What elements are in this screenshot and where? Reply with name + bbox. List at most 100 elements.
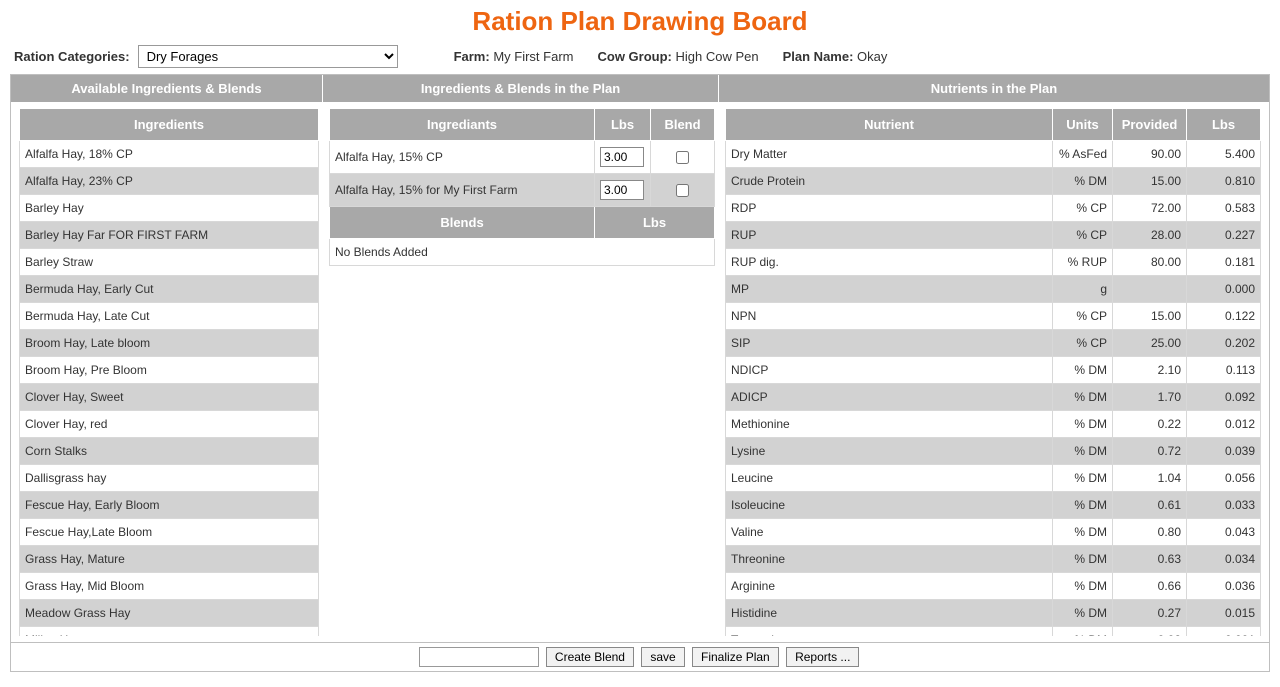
available-cell: Dallisgrass hay	[20, 465, 319, 492]
blend-checkbox[interactable]	[676, 151, 689, 164]
available-cell: Millet, Hay	[20, 627, 319, 637]
blend-checkbox[interactable]	[676, 184, 689, 197]
nutrients-scroll[interactable]: Nutrient Units Provided Lbs Dry Matter% …	[725, 108, 1261, 636]
plan-ing-name: Alfalfa Hay, 15% CP	[330, 141, 595, 174]
available-row[interactable]: Fescue Hay, Early Bloom	[20, 492, 319, 519]
nutrient-lbs: 0.092	[1187, 384, 1261, 411]
create-blend-button[interactable]: Create Blend	[546, 647, 634, 667]
plan-ing-row: Alfalfa Hay, 15% for My First Farm	[330, 174, 715, 207]
nutrient-name: Valine	[726, 519, 1053, 546]
available-row[interactable]: Barley Hay Far FOR FIRST FARM	[20, 222, 319, 249]
available-cell: Clover Hay, red	[20, 411, 319, 438]
available-row[interactable]: Meadow Grass Hay	[20, 600, 319, 627]
nutrient-provided: 0.02	[1113, 627, 1187, 637]
plan-ing-row: Alfalfa Hay, 15% CP	[330, 141, 715, 174]
plan-ing-name: Alfalfa Hay, 15% for My First Farm	[330, 174, 595, 207]
available-row[interactable]: Bermuda Hay, Late Cut	[20, 303, 319, 330]
nutrient-row: Arginine% DM0.660.036	[726, 573, 1261, 600]
available-cell: Alfalfa Hay, 18% CP	[20, 141, 319, 168]
nutrient-row: NDICP% DM2.100.113	[726, 357, 1261, 384]
lbs-input[interactable]	[600, 147, 644, 167]
nutrient-units: % DM	[1053, 627, 1113, 637]
available-cell: Barley Hay	[20, 195, 319, 222]
nutrient-provided: 72.00	[1113, 195, 1187, 222]
nutrient-units: % DM	[1053, 384, 1113, 411]
available-row[interactable]: Grass Hay, Mid Bloom	[20, 573, 319, 600]
cowgroup-meta: Cow Group: High Cow Pen	[597, 49, 758, 64]
nutrient-row: Dry Matter% AsFed90.005.400	[726, 141, 1261, 168]
nutrient-lbs: 0.122	[1187, 303, 1261, 330]
nutrient-row: NPN% CP15.000.122	[726, 303, 1261, 330]
available-row[interactable]: Fescue Hay,Late Bloom	[20, 519, 319, 546]
nutrient-row: Lysine% DM0.720.039	[726, 438, 1261, 465]
nutrient-units: % CP	[1053, 222, 1113, 249]
available-row[interactable]: Millet, Hay	[20, 627, 319, 637]
nutrient-row: Histidine% DM0.270.015	[726, 600, 1261, 627]
available-cell: Grass Hay, Mid Bloom	[20, 573, 319, 600]
bottom-bar: Create Blend save Finalize Plan Reports …	[10, 643, 1270, 672]
nutrient-name: Histidine	[726, 600, 1053, 627]
panel-header-available: Available Ingredients & Blends	[11, 75, 323, 102]
nutrient-row: Leucine% DM1.040.056	[726, 465, 1261, 492]
reports-button[interactable]: Reports ...	[786, 647, 859, 667]
farm-meta: Farm: My First Farm	[454, 49, 574, 64]
nut-th-lbs: Lbs	[1187, 109, 1261, 141]
available-row[interactable]: Broom Hay, Pre Bloom	[20, 357, 319, 384]
available-cell: Grass Hay, Mature	[20, 546, 319, 573]
nutrient-units: % DM	[1053, 465, 1113, 492]
nutrient-row: Tryptophan% DM0.020.001	[726, 627, 1261, 637]
available-cell: Bermuda Hay, Late Cut	[20, 303, 319, 330]
nutrient-lbs: 0.583	[1187, 195, 1261, 222]
available-cell: Fescue Hay,Late Bloom	[20, 519, 319, 546]
nutrient-units: % AsFed	[1053, 141, 1113, 168]
lbs-input[interactable]	[600, 180, 644, 200]
top-bar: Ration Categories: Dry Forages Farm: My …	[10, 45, 1270, 74]
nutrient-provided: 1.04	[1113, 465, 1187, 492]
categories-select[interactable]: Dry Forages	[138, 45, 398, 68]
nutrient-row: Valine% DM0.800.043	[726, 519, 1261, 546]
available-row[interactable]: Broom Hay, Late bloom	[20, 330, 319, 357]
available-row[interactable]: Dallisgrass hay	[20, 465, 319, 492]
available-row[interactable]: Grass Hay, Mature	[20, 546, 319, 573]
nutrient-provided: 2.10	[1113, 357, 1187, 384]
available-cell: Clover Hay, Sweet	[20, 384, 319, 411]
finalize-plan-button[interactable]: Finalize Plan	[692, 647, 779, 667]
nutrient-provided	[1113, 276, 1187, 303]
available-row[interactable]: Barley Hay	[20, 195, 319, 222]
nutrient-units: % CP	[1053, 303, 1113, 330]
nutrient-name: RUP dig.	[726, 249, 1053, 276]
available-row[interactable]: Alfalfa Hay, 18% CP	[20, 141, 319, 168]
nutrient-name: MP	[726, 276, 1053, 303]
nutrients-table: Nutrient Units Provided Lbs Dry Matter% …	[725, 108, 1261, 636]
nutrient-provided: 0.27	[1113, 600, 1187, 627]
available-row[interactable]: Barley Straw	[20, 249, 319, 276]
plan-ing-blend-cell	[651, 174, 715, 207]
available-cell: Barley Straw	[20, 249, 319, 276]
nutrient-name: Lysine	[726, 438, 1053, 465]
nutrient-row: Threonine% DM0.630.034	[726, 546, 1261, 573]
nutrient-row: ADICP% DM1.700.092	[726, 384, 1261, 411]
nutrient-name: Crude Protein	[726, 168, 1053, 195]
nutrient-provided: 25.00	[1113, 330, 1187, 357]
nutrient-name: Threonine	[726, 546, 1053, 573]
available-table: Ingredients Alfalfa Hay, 18% CPAlfalfa H…	[19, 108, 319, 636]
blend-name-input[interactable]	[419, 647, 539, 667]
nutrient-lbs: 0.000	[1187, 276, 1261, 303]
available-row[interactable]: Corn Stalks	[20, 438, 319, 465]
panel-header-nutrients: Nutrients in the Plan	[719, 75, 1269, 102]
nutrient-name: NDICP	[726, 357, 1053, 384]
panel-header-inplan: Ingredients & Blends in the Plan	[323, 75, 719, 102]
available-row[interactable]: Alfalfa Hay, 23% CP	[20, 168, 319, 195]
nutrient-lbs: 0.039	[1187, 438, 1261, 465]
available-row[interactable]: Clover Hay, Sweet	[20, 384, 319, 411]
available-row[interactable]: Bermuda Hay, Early Cut	[20, 276, 319, 303]
categories-label: Ration Categories:	[14, 49, 130, 64]
nutrient-lbs: 0.036	[1187, 573, 1261, 600]
blends-subhdr: Blends	[330, 207, 595, 239]
available-row[interactable]: Clover Hay, red	[20, 411, 319, 438]
blends-subhdr-lbs: Lbs	[595, 207, 715, 239]
save-button[interactable]: save	[641, 647, 684, 667]
nutrient-name: Dry Matter	[726, 141, 1053, 168]
nutrient-row: Methionine% DM0.220.012	[726, 411, 1261, 438]
available-scroll[interactable]: Ingredients Alfalfa Hay, 18% CPAlfalfa H…	[19, 108, 319, 636]
